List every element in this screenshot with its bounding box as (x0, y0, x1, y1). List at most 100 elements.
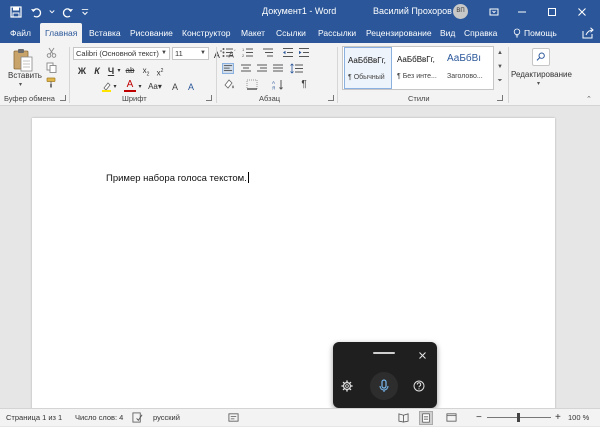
font-color-dropdown-icon[interactable]: ▾ (137, 81, 143, 93)
shading-icon[interactable] (222, 79, 236, 90)
undo-dropdown-icon[interactable] (48, 4, 56, 20)
tab-review[interactable]: Рецензирование (366, 23, 432, 43)
tell-me-search[interactable]: Помощь (513, 23, 557, 43)
tab-references[interactable]: Ссылки (276, 23, 306, 43)
cut-icon[interactable] (46, 47, 57, 58)
print-layout-icon[interactable] (419, 411, 433, 425)
tab-view[interactable]: Вид (440, 23, 455, 43)
numbering-icon[interactable]: 12 (242, 47, 254, 58)
zoom-slider-thumb[interactable] (517, 413, 520, 422)
drag-handle[interactable] (373, 352, 395, 354)
change-case-icon[interactable]: Aa▾ (146, 81, 164, 93)
paragraph-launcher-icon[interactable] (328, 95, 334, 101)
paste-icon[interactable] (12, 47, 34, 73)
editing-button[interactable]: Редактирование (511, 70, 572, 79)
user-name[interactable]: Василий Прохоров (373, 0, 452, 23)
share-icon[interactable] (582, 27, 594, 39)
underline-dropdown-icon[interactable]: ▾ (116, 65, 122, 77)
tab-draw[interactable]: Рисование (130, 23, 173, 43)
divider (216, 47, 217, 103)
tab-insert[interactable]: Вставка (89, 23, 121, 43)
copy-icon[interactable] (46, 62, 57, 73)
page-indicator[interactable]: Страница 1 из 1 (6, 409, 62, 427)
chevron-down-icon[interactable]: ▼ (496, 60, 504, 74)
sort-icon[interactable]: AЯ (272, 79, 284, 90)
justify-icon[interactable] (272, 63, 284, 74)
close-icon[interactable] (418, 347, 430, 359)
decrease-indent-icon[interactable] (282, 47, 294, 58)
clipboard-launcher-icon[interactable] (60, 95, 66, 101)
font-color-button[interactable]: A (124, 79, 136, 92)
more-styles-icon[interactable]: ⏷ (496, 74, 504, 88)
web-layout-icon[interactable] (446, 412, 458, 424)
tab-layout[interactable]: Макет (241, 23, 265, 43)
font-size-select[interactable]: 11 ▼ (172, 47, 209, 60)
tab-mailings[interactable]: Рассылки (318, 23, 356, 43)
chevron-up-icon[interactable]: ▲ (496, 46, 504, 60)
styles-gallery: АаБбВвГг, ¶ Обычный АаБбВвГг, ¶ Без инте… (342, 46, 494, 90)
word-count[interactable]: Число слов: 4 (75, 409, 123, 427)
zoom-in-button[interactable]: + (555, 409, 561, 427)
tab-home[interactable]: Главная (40, 23, 83, 43)
paste-dropdown-icon[interactable]: ▾ (19, 81, 22, 88)
collapse-ribbon-icon[interactable]: ⌃ (586, 95, 592, 103)
editing-dropdown-icon[interactable]: ▾ (537, 80, 540, 87)
zoom-level[interactable]: 100 % (568, 409, 589, 427)
customize-toolbar-icon[interactable] (80, 4, 90, 20)
svg-text:1: 1 (242, 47, 245, 52)
redo-icon[interactable] (60, 4, 76, 20)
zoom-out-button[interactable]: − (476, 409, 482, 427)
font-launcher-icon[interactable] (206, 95, 212, 101)
align-center-icon[interactable] (240, 63, 252, 74)
style-no-spacing[interactable]: АаБбВвГг, ¶ Без инте... (394, 47, 442, 89)
avatar[interactable]: ВП (453, 4, 468, 19)
tab-design[interactable]: Конструктор (182, 23, 230, 43)
style-heading-1[interactable]: АаБбВı Заголово... (444, 47, 492, 89)
save-icon[interactable] (8, 4, 24, 20)
style-normal[interactable]: АаБбВвГг, ¶ Обычный (344, 47, 392, 89)
paste-label[interactable]: Вставить (8, 71, 42, 80)
styles-launcher-icon[interactable] (497, 95, 503, 101)
quick-access-toolbar (0, 4, 90, 20)
ribbon-display-options-icon[interactable] (480, 0, 508, 23)
tab-help[interactable]: Справка (464, 23, 497, 43)
increase-indent-icon[interactable] (298, 47, 310, 58)
gear-icon[interactable] (341, 379, 355, 393)
minimize-icon[interactable] (508, 0, 536, 23)
document-area: Пример набора голоса текстом. (0, 106, 600, 414)
bold-button[interactable]: Ж (76, 65, 88, 77)
search-icon[interactable] (532, 48, 550, 66)
maximize-icon[interactable] (538, 0, 566, 23)
close-icon[interactable] (568, 0, 596, 23)
microphone-button[interactable] (370, 372, 398, 400)
help-label: Помощь (524, 28, 557, 38)
align-left-button[interactable] (222, 63, 234, 74)
text-effects-icon[interactable]: A (186, 81, 196, 93)
align-right-icon[interactable] (256, 63, 268, 74)
document-text[interactable]: Пример набора голоса текстом. (106, 172, 249, 184)
highlight-color-icon[interactable] (101, 81, 112, 92)
bullets-icon[interactable] (222, 47, 234, 58)
multilevel-list-icon[interactable] (262, 47, 274, 58)
subscript-icon[interactable]: x2 (140, 65, 152, 78)
strikethrough-icon[interactable]: ab (124, 65, 136, 77)
document-page[interactable]: Пример набора голоса текстом. (32, 118, 555, 414)
document-text-content: Пример набора голоса текстом. (106, 173, 247, 184)
show-marks-icon[interactable]: ¶ (298, 79, 310, 91)
line-spacing-icon[interactable] (290, 63, 304, 74)
format-painter-icon[interactable] (46, 77, 57, 88)
divider (508, 47, 509, 103)
tab-file[interactable]: Файл (10, 23, 31, 43)
italic-button[interactable]: К (91, 65, 103, 77)
highlight-dropdown-icon[interactable]: ▾ (112, 81, 118, 93)
accessibility-icon[interactable] (228, 412, 240, 424)
help-icon[interactable] (413, 379, 427, 393)
superscript-icon[interactable]: x2 (154, 65, 166, 78)
read-mode-icon[interactable] (398, 412, 410, 424)
language-indicator[interactable]: русский (153, 409, 180, 427)
borders-icon[interactable] (246, 79, 258, 90)
clear-formatting-icon[interactable]: A (170, 81, 180, 93)
proofing-icon[interactable] (132, 412, 144, 424)
undo-icon[interactable] (28, 4, 44, 20)
font-name-select[interactable]: Calibri (Основной текст) ▼ (73, 47, 170, 60)
